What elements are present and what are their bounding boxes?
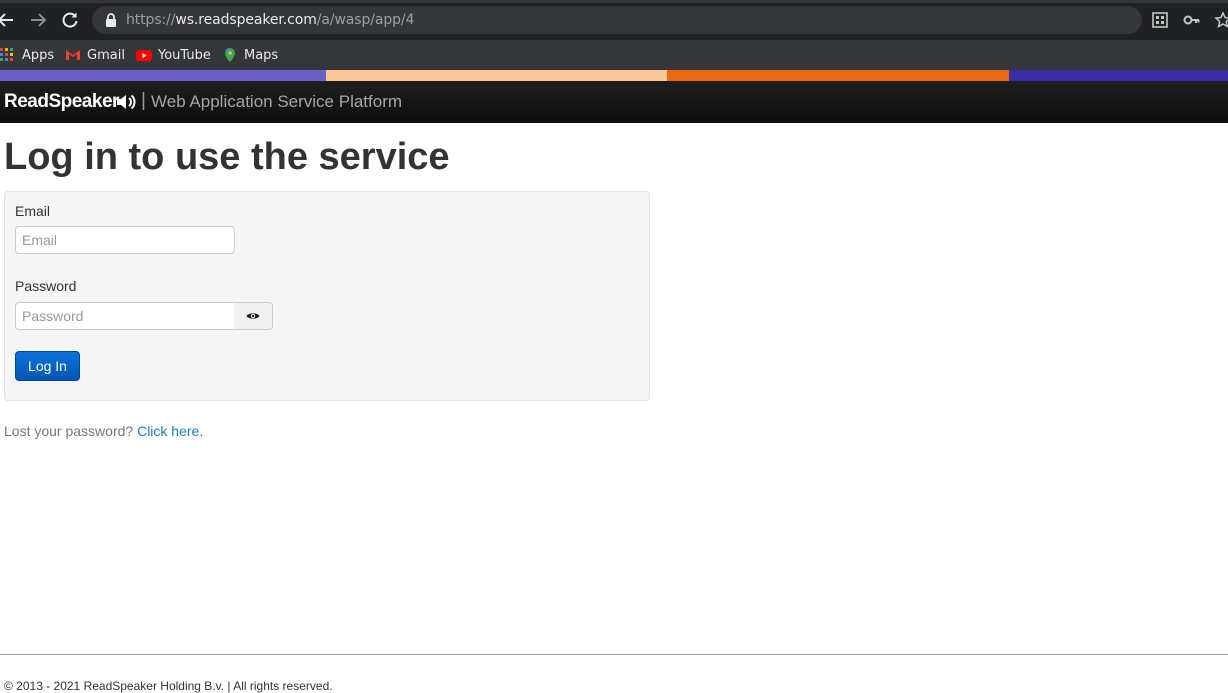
key-icon[interactable] (1183, 11, 1201, 29)
bookmark-apps[interactable]: Apps (0, 44, 54, 66)
tab-strip-edge (0, 0, 1228, 3)
lost-password-text: Lost your password? Click here. (4, 423, 203, 439)
browser-toolbar: https://ws.readspeaker.com/a/wasp/app/4 (0, 0, 1228, 40)
reload-button[interactable] (58, 8, 82, 32)
url-scheme: https:// (126, 12, 176, 28)
qr-code-icon[interactable] (1151, 11, 1169, 29)
lost-password-period: . (199, 423, 204, 439)
bookmark-label: Apps (22, 47, 55, 63)
bookmarks-bar: Apps Gmail YouTube Maps (0, 40, 1228, 71)
bookmark-youtube[interactable]: YouTube (136, 44, 211, 66)
bookmark-label: YouTube (158, 47, 211, 63)
eye-icon (246, 313, 260, 319)
speaker-icon (117, 94, 136, 110)
page-title: Log in to use the service (4, 136, 450, 178)
brand-logo[interactable]: ReadSpeaker (4, 91, 119, 113)
password-field[interactable] (15, 302, 235, 330)
email-label: Email (15, 203, 51, 219)
brand-stripe-orange (667, 70, 1009, 81)
login-form: Email Password Log In (4, 191, 650, 401)
password-label: Password (15, 278, 77, 294)
arrow-right-icon (31, 13, 47, 27)
footer-divider (0, 654, 1228, 655)
footer-copyright: © 2013 - 2021 ReadSpeaker Holding B.v. |… (4, 679, 333, 693)
arrow-left-icon (0, 13, 13, 27)
youtube-icon (136, 50, 152, 61)
app-header: ReadSpeaker | Web Application Service Pl… (0, 81, 1228, 123)
reset-password-link[interactable]: Click here (137, 423, 199, 439)
back-button[interactable] (0, 8, 18, 32)
star-icon[interactable] (1214, 11, 1228, 29)
bookmark-label: Maps (244, 47, 279, 63)
maps-icon (225, 48, 235, 62)
bookmark-label: Gmail (87, 47, 125, 63)
brand-stripe-peach (326, 70, 667, 81)
forward-button[interactable] (26, 8, 50, 32)
login-button[interactable]: Log In (15, 351, 80, 381)
gmail-icon (65, 49, 81, 60)
apps-grid-icon (0, 48, 13, 61)
bookmark-gmail[interactable]: Gmail (65, 44, 125, 66)
url-host: ws.readspeaker.com (175, 12, 317, 28)
brand-stripe-purple (0, 70, 326, 81)
reload-icon (62, 12, 78, 28)
url-text: https://ws.readspeaker.com/a/wasp/app/4 (126, 12, 414, 28)
address-bar[interactable]: https://ws.readspeaker.com/a/wasp/app/4 (92, 6, 1142, 34)
brand-separator: | (141, 90, 146, 111)
bookmark-maps[interactable]: Maps (222, 44, 278, 66)
brand-stripe-indigo (1009, 70, 1228, 81)
lock-icon (106, 13, 116, 27)
email-field[interactable] (15, 226, 235, 254)
lost-password-prompt: Lost your password? (4, 423, 138, 439)
show-password-button[interactable] (234, 302, 273, 330)
url-path: /a/wasp/app/4 (316, 12, 415, 28)
platform-subtitle: Web Application Service Platform (151, 92, 403, 111)
